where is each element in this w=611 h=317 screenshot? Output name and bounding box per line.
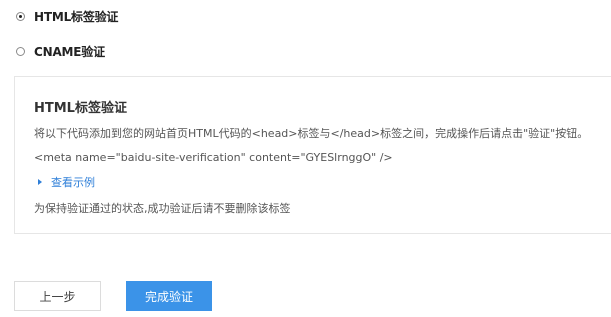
instruction-text: 将以下代码添加到您的网站首页HTML代码的<head>标签与</head>标签之… <box>34 127 589 140</box>
view-example-toggle[interactable]: 查看示例 <box>38 174 95 190</box>
radio-html-tag-selected[interactable] <box>16 11 25 21</box>
keep-tag-note: 为保持验证通过的状态,成功验证后请不要删除该标签 <box>34 202 291 215</box>
verification-panel: HTML标签验证 将以下代码添加到您的网站首页HTML代码的<head>标签与<… <box>14 76 611 234</box>
meta-tag-code: <meta name="baidu-site-verification" con… <box>34 151 393 164</box>
panel-title: HTML标签验证 <box>34 101 127 116</box>
caret-right-icon <box>38 179 42 185</box>
complete-verification-button[interactable]: 完成验证 <box>126 281 212 311</box>
view-example-label[interactable]: 查看示例 <box>51 174 95 190</box>
radio-option-cname[interactable]: CNAME验证 <box>16 41 105 61</box>
radio-cname[interactable] <box>16 46 25 56</box>
radio-option-cname-label: CNAME验证 <box>34 44 105 59</box>
back-button[interactable]: 上一步 <box>14 281 101 311</box>
radio-option-html-tag[interactable]: HTML标签验证 <box>16 6 118 26</box>
radio-option-html-tag-label: HTML标签验证 <box>34 9 119 24</box>
